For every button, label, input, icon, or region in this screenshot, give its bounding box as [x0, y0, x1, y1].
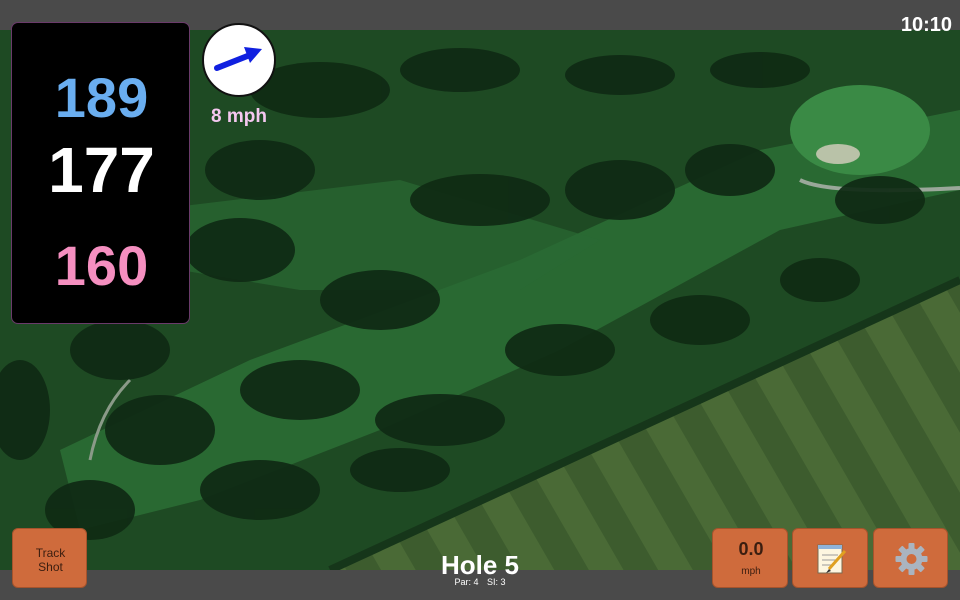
- notes-button[interactable]: [792, 528, 868, 588]
- status-time: 10:10: [900, 14, 952, 36]
- front-distance: 160: [54, 234, 149, 297]
- hole-par: Par: 4: [454, 577, 479, 587]
- distance-panel[interactable]: 189 177 160: [11, 22, 190, 324]
- settings-button[interactable]: [873, 528, 948, 588]
- speed-unit: mph: [741, 566, 761, 577]
- wind-direction-indicator: [202, 23, 276, 97]
- hole-stroke-index: SI: 3: [487, 577, 506, 587]
- wind-arrow-icon: [214, 47, 262, 71]
- track-shot-label-line2: Shot: [38, 560, 63, 574]
- track-shot-label-line1: Track: [35, 546, 66, 560]
- gear-icon: [895, 543, 928, 575]
- track-shot-button[interactable]: Track Shot: [12, 528, 87, 588]
- golf-gps-screen: 10:10 189 177 160 8 mph Track Shot Hole …: [0, 0, 960, 600]
- wind-speed: 8 mph: [211, 106, 267, 127]
- back-distance: 189: [54, 66, 149, 129]
- hole-meta: Par: 4 SI: 3: [380, 577, 580, 587]
- speed-button[interactable]: 0.0 mph: [712, 528, 788, 588]
- notepad-icon: [817, 544, 847, 574]
- middle-distance: 177: [48, 134, 155, 206]
- speed-value: 0.0: [738, 539, 764, 559]
